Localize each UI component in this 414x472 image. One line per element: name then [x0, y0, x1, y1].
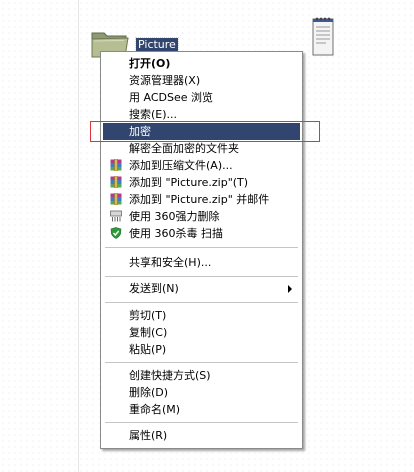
menu-item-add-to-zip[interactable]: 添加到 "Picture.zip"(T) — [103, 174, 300, 191]
menu-separator — [105, 247, 298, 248]
menu-separator — [105, 302, 298, 303]
menu-item-label: 重命名(M) — [129, 403, 181, 416]
winrar-archive-icon — [110, 159, 122, 171]
menu-separator — [105, 276, 298, 277]
menu-separator — [105, 362, 298, 363]
menu-item-label: 使用 360强力删除 — [129, 210, 220, 223]
menu-item-label: 删除(D) — [129, 386, 169, 399]
submenu-arrow-icon — [288, 285, 292, 293]
menu-item-label: 复制(C) — [129, 326, 168, 339]
menu-item-label: 用 ACDSee 浏览 — [129, 91, 213, 104]
menu-item-label: 发送到(N) — [129, 282, 179, 295]
menu-item-label: 添加到 "Picture.zip" 并邮件 — [129, 193, 270, 206]
menu-item-label: 创建快捷方式(S) — [129, 369, 211, 382]
menu-item-delete[interactable]: 删除(D) — [103, 384, 300, 401]
menu-item-properties[interactable]: 属性(R) — [103, 427, 300, 444]
context-menu: 打开(O) 资源管理器(X) 用 ACDSee 浏览 搜索(E)... 加密 解… — [100, 51, 303, 449]
winrar-archive-icon — [110, 176, 122, 188]
desktop-edge-line — [78, 0, 79, 472]
menu-item-360-scan[interactable]: 使用 360杀毒 扫描 — [103, 225, 300, 242]
menu-item-cut[interactable]: 剪切(T) — [103, 307, 300, 324]
menu-item-label: 解密全面加密的文件夹 — [129, 142, 239, 155]
menu-item-360-shred[interactable]: 使用 360强力删除 — [103, 208, 300, 225]
folder-label[interactable]: Picture — [135, 37, 179, 52]
menu-item-label: 使用 360杀毒 扫描 — [129, 227, 223, 240]
menu-item-label: 添加到压缩文件(A)... — [129, 159, 233, 172]
annotation-highlight-box — [90, 121, 320, 142]
menu-item-decrypt-folder[interactable]: 解密全面加密的文件夹 — [103, 140, 300, 157]
menu-item-add-to-zip-email[interactable]: 添加到 "Picture.zip" 并邮件 — [103, 191, 300, 208]
menu-item-label: 共享和安全(H)... — [129, 256, 212, 269]
menu-item-add-to-archive[interactable]: 添加到压缩文件(A)... — [103, 157, 300, 174]
menu-item-send-to[interactable]: 发送到(N) — [103, 280, 300, 297]
menu-item-rename[interactable]: 重命名(M) — [103, 401, 300, 418]
menu-separator — [105, 422, 298, 423]
menu-item-create-shortcut[interactable]: 创建快捷方式(S) — [103, 367, 300, 384]
menu-item-sharing[interactable]: 共享和安全(H)... — [103, 254, 300, 271]
menu-item-copy[interactable]: 复制(C) — [103, 324, 300, 341]
menu-item-label: 打开(O) — [129, 57, 171, 70]
menu-item-acdsee[interactable]: 用 ACDSee 浏览 — [103, 89, 300, 106]
winrar-archive-icon — [110, 193, 122, 205]
menu-item-label: 剪切(T) — [129, 309, 167, 322]
menu-item-label: 资源管理器(X) — [129, 74, 201, 87]
menu-item-explorer[interactable]: 资源管理器(X) — [103, 72, 300, 89]
shredder-icon — [110, 210, 122, 222]
menu-item-paste[interactable]: 粘贴(P) — [103, 341, 300, 358]
menu-item-label: 添加到 "Picture.zip"(T) — [129, 176, 249, 189]
menu-item-open[interactable]: 打开(O) — [103, 55, 300, 72]
menu-item-label: 属性(R) — [129, 429, 168, 442]
menu-item-label: 粘贴(P) — [129, 343, 167, 356]
notepad-icon[interactable] — [312, 16, 334, 56]
shield-check-icon — [110, 227, 122, 239]
